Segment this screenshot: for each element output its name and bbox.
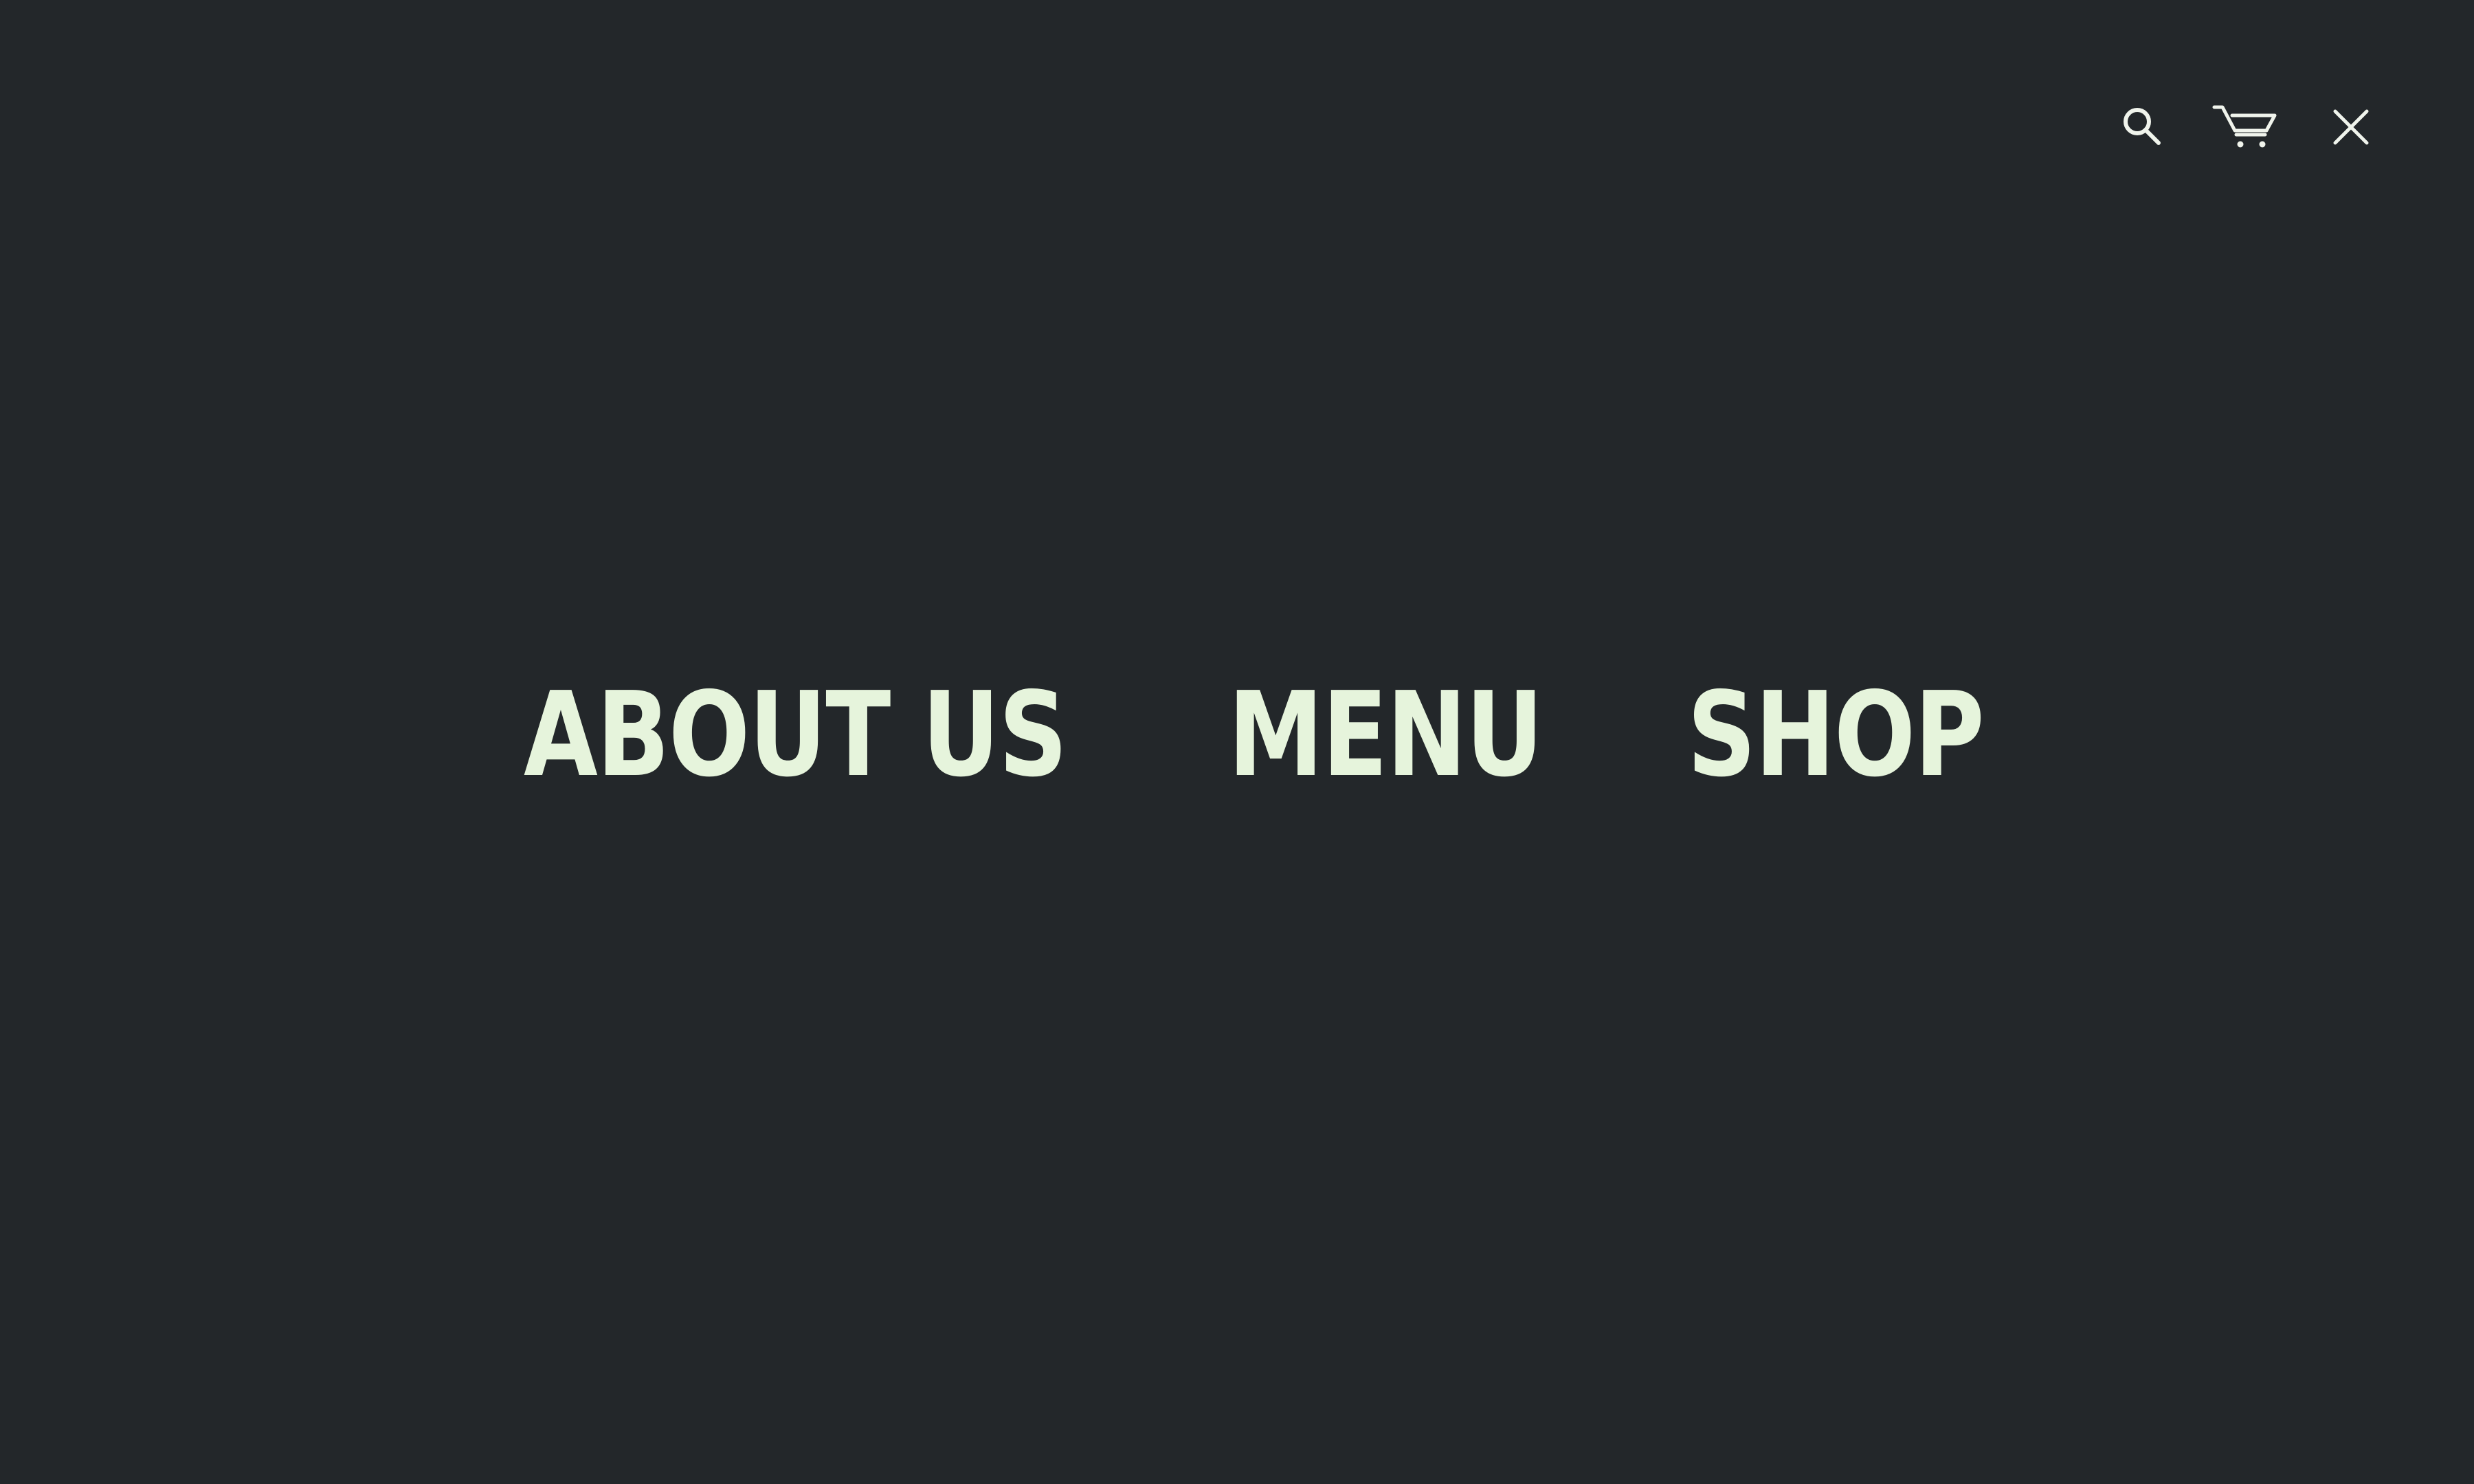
search-icon <box>2124 108 2161 145</box>
close-button[interactable] <box>2320 96 2382 158</box>
nav-link-about-us[interactable]: ABOUT US <box>524 677 1068 794</box>
nav-link-menu[interactable]: MENU <box>1228 677 1544 794</box>
main-navigation: ABOUT US MENU SHOP <box>0 677 2474 794</box>
search-button[interactable] <box>2112 96 2174 158</box>
cart-button[interactable] <box>2211 96 2280 158</box>
header-toolbar <box>0 96 2474 158</box>
nav-link-shop[interactable]: SHOP <box>1687 677 1985 794</box>
close-icon <box>2333 109 2369 145</box>
shopping-cart-icon <box>2212 105 2277 148</box>
menu-overlay: ABOUT US MENU SHOP <box>0 0 2474 1484</box>
